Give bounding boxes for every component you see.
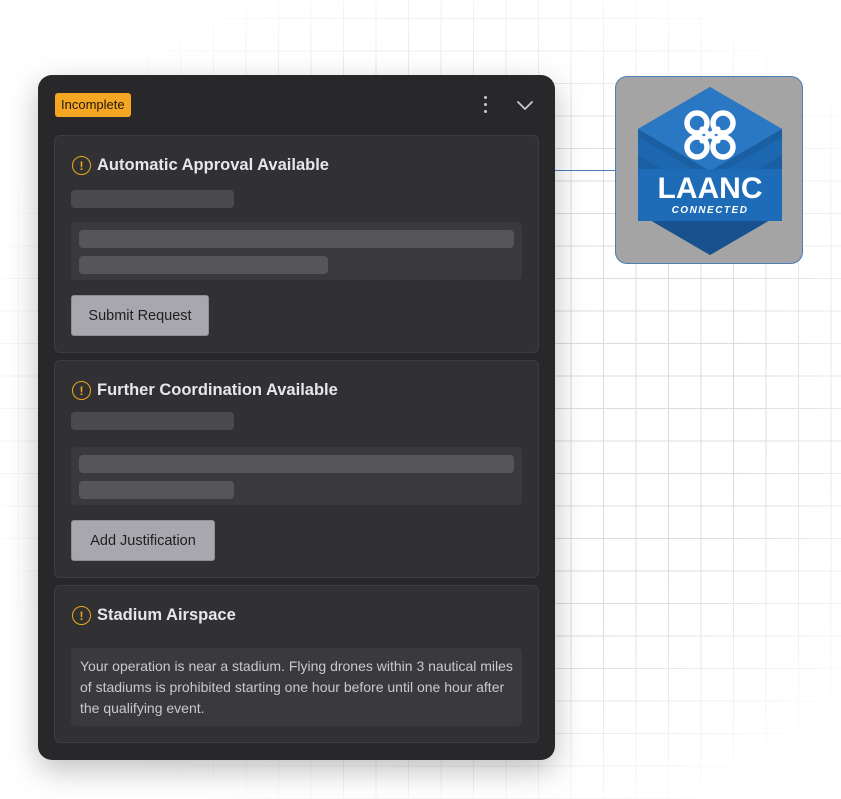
skeleton-label bbox=[71, 190, 234, 208]
skeleton-line bbox=[79, 230, 514, 248]
skeleton-content bbox=[71, 447, 522, 505]
card-title: ! Further Coordination Available bbox=[72, 381, 338, 400]
kebab-menu-icon[interactable] bbox=[476, 93, 494, 115]
authorization-panel: Incomplete ! Automatic Approval Availabl… bbox=[38, 75, 555, 760]
laanc-logo: LAANC CONNECTED bbox=[638, 87, 782, 255]
card-title: ! Automatic Approval Available bbox=[72, 156, 329, 175]
stadium-advisory-text: Your operation is near a stadium. Flying… bbox=[71, 648, 522, 726]
logo-sub-text: CONNECTED bbox=[672, 205, 749, 216]
warning-icon: ! bbox=[72, 606, 91, 625]
skeleton-label bbox=[71, 412, 234, 430]
skeleton-line bbox=[79, 455, 514, 473]
connector-line bbox=[554, 170, 616, 171]
logo-main-text: LAANC bbox=[658, 172, 763, 205]
submit-request-button[interactable]: Submit Request bbox=[71, 295, 209, 336]
card-title: ! Stadium Airspace bbox=[72, 606, 236, 625]
add-justification-button[interactable]: Add Justification bbox=[71, 520, 215, 561]
laanc-logo-card: LAANC CONNECTED bbox=[615, 76, 803, 264]
card-title-text: Further Coordination Available bbox=[97, 381, 338, 399]
skeleton-line bbox=[79, 481, 234, 499]
stadium-airspace-card: ! Stadium Airspace Your operation is nea… bbox=[54, 585, 539, 743]
chevron-down-icon[interactable] bbox=[514, 94, 536, 116]
automatic-approval-card: ! Automatic Approval Available Submit Re… bbox=[54, 135, 539, 353]
further-coordination-card: ! Further Coordination Available Add Jus… bbox=[54, 360, 539, 578]
warning-icon: ! bbox=[72, 156, 91, 175]
warning-icon: ! bbox=[72, 381, 91, 400]
skeleton-content bbox=[71, 222, 522, 280]
status-badge: Incomplete bbox=[55, 93, 131, 117]
card-title-text: Automatic Approval Available bbox=[97, 156, 329, 174]
card-title-text: Stadium Airspace bbox=[97, 606, 236, 624]
skeleton-line bbox=[79, 256, 328, 274]
